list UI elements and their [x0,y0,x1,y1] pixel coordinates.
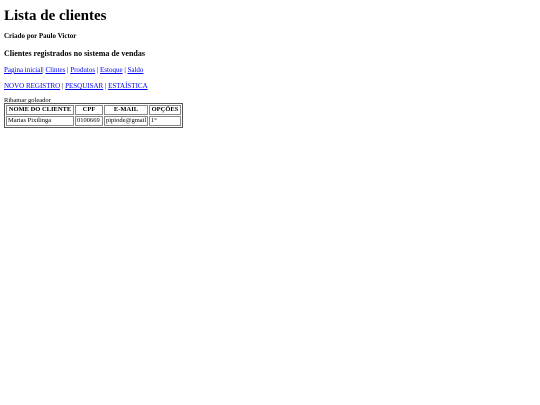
nav-link-estoque[interactable]: Estoque [100,66,123,74]
primary-nav: Pagina inicial| Clintes | Produtos | Est… [4,66,143,74]
cell-cpf: 0100669 [75,116,103,126]
cell-email: pipiode@gmail [104,116,148,126]
table-row: Marias Pixilinga 0100669 pipiode@gmail 1… [6,116,181,126]
secondary-nav: NOVO REGISTRO | PESQUISAR | ESTAÍSTICA [4,82,148,90]
nav-link-saldo[interactable]: Saldo [127,66,143,74]
page-subtitle: Clientes registrados no sistema de venda… [4,49,145,58]
nav-link-clintes[interactable]: Clintes [45,66,65,74]
cell-options[interactable]: 1° [149,116,181,126]
column-header-name: NOME DO CLIENTE [6,105,74,115]
byline: Criado por Paulo Victor [4,32,77,40]
table-header-row: NOME DO CLIENTE CPF E-MAIL OPÇÕES [6,105,181,115]
new-record-link[interactable]: NOVO REGISTRO [4,82,60,90]
nav-link-produtos[interactable]: Produtos [70,66,95,74]
column-header-email: E-MAIL [104,105,148,115]
column-header-options: OPÇÕES [149,105,181,115]
column-header-cpf: CPF [75,105,103,115]
nav-link-pagina-inicial[interactable]: Pagina inicial [4,66,42,74]
clients-table: NOME DO CLIENTE CPF E-MAIL OPÇÕES Marias… [4,103,183,128]
search-link[interactable]: PESQUISAR [65,82,103,90]
page-title: Lista de clientes [4,8,107,24]
statistics-link[interactable]: ESTAÍSTICA [108,82,148,90]
cell-client-name: Marias Pixilinga [6,116,74,126]
